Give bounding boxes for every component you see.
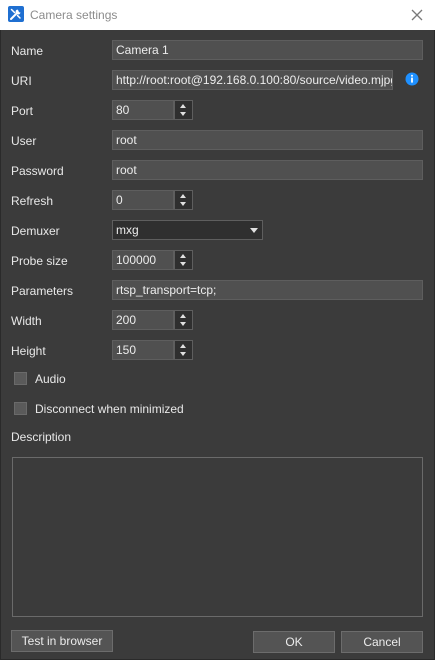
port-label: Port	[11, 104, 34, 118]
arrow-up-icon	[180, 254, 186, 258]
ok-button[interactable]: OK	[253, 631, 335, 653]
info-icon[interactable]	[405, 72, 419, 86]
refresh-value[interactable]: 0	[112, 190, 174, 210]
height-spinbox[interactable]: 150	[112, 340, 193, 360]
port-up-button[interactable]	[175, 101, 192, 110]
disconnect-checkbox[interactable]	[14, 402, 27, 415]
refresh-up-button[interactable]	[175, 191, 192, 200]
description-textarea[interactable]	[12, 457, 423, 617]
chevron-down-icon	[250, 228, 258, 233]
height-label: Height	[11, 344, 46, 358]
uri-field[interactable]: http://root:root@192.168.0.100:80/source…	[112, 70, 393, 90]
probe-size-value[interactable]: 100000	[112, 250, 174, 270]
audio-label: Audio	[35, 372, 66, 386]
height-down-button[interactable]	[175, 350, 192, 359]
probe-size-label: Probe size	[11, 254, 68, 268]
arrow-up-icon	[180, 194, 186, 198]
password-field[interactable]: root	[112, 160, 423, 180]
width-down-button[interactable]	[175, 320, 192, 329]
title-bar: Camera settings	[0, 0, 435, 30]
height-value[interactable]: 150	[112, 340, 174, 360]
name-label: Name	[11, 44, 44, 58]
audio-checkbox[interactable]	[14, 372, 27, 385]
width-spinbox[interactable]: 200	[112, 310, 193, 330]
demuxer-dropdown[interactable]: mxg	[112, 220, 263, 240]
window-title: Camera settings	[30, 8, 118, 22]
port-down-button[interactable]	[175, 110, 192, 119]
width-up-button[interactable]	[175, 311, 192, 320]
width-value[interactable]: 200	[112, 310, 174, 330]
arrow-down-icon	[180, 352, 186, 356]
user-label: User	[11, 134, 37, 148]
description-label: Description	[11, 430, 72, 444]
probe-size-down-button[interactable]	[175, 260, 192, 269]
parameters-field[interactable]: rtsp_transport=tcp;	[112, 280, 423, 300]
user-field[interactable]: root	[112, 130, 423, 150]
cancel-button[interactable]: Cancel	[341, 631, 423, 653]
arrow-up-icon	[180, 314, 186, 318]
refresh-down-button[interactable]	[175, 200, 192, 209]
probe-size-spinbox[interactable]: 100000	[112, 250, 193, 270]
arrow-up-icon	[180, 344, 186, 348]
demuxer-value: mxg	[116, 223, 139, 237]
parameters-label: Parameters	[11, 284, 74, 298]
refresh-label: Refresh	[11, 194, 54, 208]
password-label: Password	[11, 164, 64, 178]
refresh-spinbox[interactable]: 0	[112, 190, 193, 210]
arrow-down-icon	[180, 202, 186, 206]
camera-settings-dialog: Name Camera 1 URI http://root:root@192.1…	[0, 30, 435, 660]
port-spinbox[interactable]: 80	[112, 100, 193, 120]
demuxer-label: Demuxer	[11, 224, 60, 238]
arrow-down-icon	[180, 112, 186, 116]
width-label: Width	[11, 314, 42, 328]
port-value[interactable]: 80	[112, 100, 174, 120]
arrow-down-icon	[180, 322, 186, 326]
probe-size-up-button[interactable]	[175, 251, 192, 260]
name-field[interactable]: Camera 1	[112, 40, 423, 60]
close-icon	[411, 9, 423, 21]
uri-label: URI	[11, 74, 32, 88]
arrow-down-icon	[180, 262, 186, 266]
disconnect-label: Disconnect when minimized	[35, 402, 184, 416]
tools-icon	[8, 6, 24, 22]
height-up-button[interactable]	[175, 341, 192, 350]
test-in-browser-button[interactable]: Test in browser	[11, 630, 113, 652]
arrow-up-icon	[180, 104, 186, 108]
close-button[interactable]	[405, 3, 429, 27]
